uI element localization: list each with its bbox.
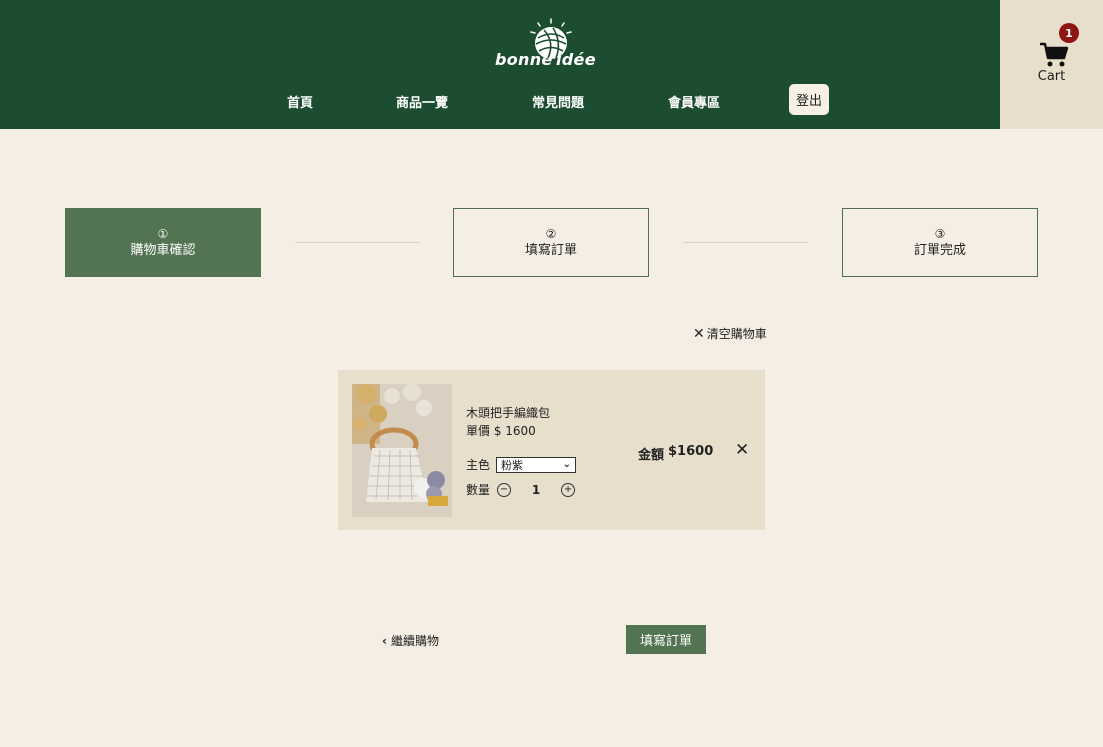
continue-shopping-link[interactable]: ‹ 繼續購物 [382, 632, 439, 649]
step-cart-confirm: ① 購物車確認 [65, 208, 261, 277]
cart-button[interactable]: Cart 1 [1000, 0, 1103, 129]
chevron-down-icon: ⌄ [562, 459, 572, 470]
nav-home[interactable]: 首頁 [287, 92, 313, 111]
remove-item-button[interactable]: ✕ [735, 440, 749, 460]
nav-products[interactable]: 商品一覽 [396, 92, 448, 111]
brand-text-right: idée [556, 50, 596, 69]
plus-icon[interactable]: + [561, 482, 576, 497]
step-connector [683, 242, 808, 243]
unit-price: 單價 $ 1600 [466, 424, 536, 438]
step-number: ③ [934, 226, 946, 241]
cart-icon [1040, 42, 1069, 67]
step-label: 訂單完成 [913, 242, 966, 258]
clear-cart-label: 清空購物車 [706, 327, 767, 341]
step-order-complete: ③ 訂單完成 [842, 208, 1038, 277]
color-select-value: 粉紫 [501, 458, 524, 472]
cart-label: Cart [1037, 69, 1066, 84]
quantity-row: 數量 − 1 + [466, 481, 576, 498]
chevron-left-icon: ‹ [382, 633, 387, 648]
color-option-row: 主色 粉紫 ⌄ [466, 456, 577, 473]
nav-member[interactable]: 會員專區 [668, 92, 720, 111]
step-number: ② [545, 226, 557, 241]
fill-order-button[interactable]: 填寫訂單 [626, 625, 706, 654]
product-photo [352, 384, 452, 517]
color-select[interactable]: 粉紫 ⌄ [496, 456, 577, 473]
product-image [352, 384, 452, 517]
amount-label: 金額 [638, 448, 665, 463]
step-connector [295, 242, 420, 243]
item-amount: 金額 $1600 [638, 444, 713, 463]
continue-shopping-label: 繼續購物 [390, 634, 439, 648]
step-label: 購物車確認 [130, 242, 196, 258]
cart-count-badge: 1 [1059, 23, 1079, 43]
step-label: 填寫訂單 [524, 242, 577, 258]
product-name: 木頭把手編織包 [466, 406, 551, 420]
cart-item-card: 木頭把手編織包 單價 $ 1600 主色 粉紫 ⌄ 數量 − 1 + 金額 $1… [338, 370, 765, 530]
step-fill-order: ② 填寫訂單 [453, 208, 649, 277]
step-number: ① [157, 226, 169, 241]
minus-icon[interactable]: − [497, 482, 512, 497]
amount-value: $1600 [668, 444, 714, 459]
quantity-label: 數量 [466, 483, 491, 497]
site-header: bonne idée 首頁 商品一覽 常見問題 會員專區 登出 [0, 0, 1000, 129]
color-label: 主色 [466, 458, 491, 472]
close-icon: ✕ [693, 325, 705, 342]
logout-button[interactable]: 登出 [789, 84, 829, 115]
brand-logo[interactable]: bonne idée [495, 18, 605, 74]
clear-cart-button[interactable]: ✕ 清空購物車 [693, 325, 767, 342]
quantity-value: 1 [531, 482, 541, 497]
nav-faq[interactable]: 常見問題 [532, 92, 584, 111]
